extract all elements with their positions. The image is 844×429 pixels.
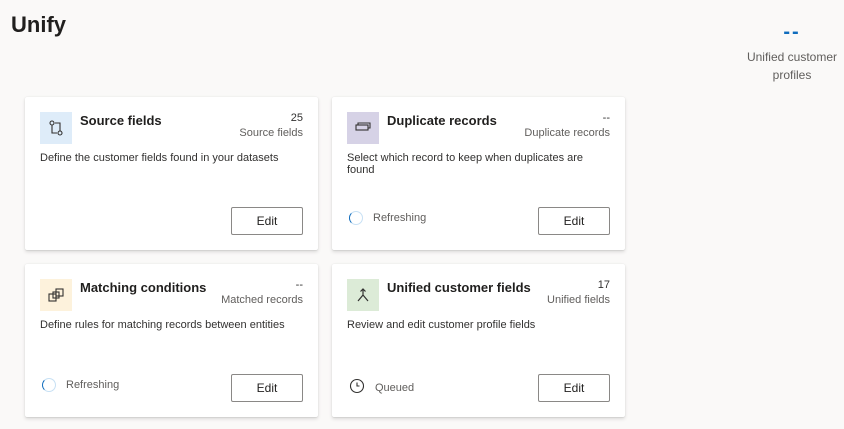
source-fields-card: Source fields 25 Source fields Define th… [25,97,318,250]
card-status: Queued [349,378,414,397]
card-count-value: 25 [290,112,303,124]
card-status: Refreshing [42,378,119,392]
card-status-text: Queued [375,381,415,394]
merge-icon [347,279,379,311]
card-count: 17 Unified fields [547,278,610,308]
unified-customer-fields-card: Unified customer fields 17 Unified field… [332,264,625,417]
card-status-text: Refreshing [66,379,120,391]
edit-matching-conditions-button[interactable]: Edit [231,374,303,402]
card-count-value: 17 [597,279,610,291]
card-count-value: -- [295,279,303,291]
card-description: Define the customer fields found in your… [40,152,279,164]
matching-conditions-icon [40,279,72,311]
spinner-icon [42,378,56,392]
card-description: Select which record to keep when duplica… [347,152,584,176]
card-status-text: Refreshing [373,212,427,224]
page-title: Unify [11,12,66,37]
edit-duplicate-records-button[interactable]: Edit [538,207,610,235]
card-count: -- Matched records [221,278,303,308]
unified-profiles-label: Unified customer profiles [746,50,838,82]
matching-conditions-card: Matching conditions -- Matched records D… [25,264,318,417]
source-fields-icon [40,112,72,144]
unified-profiles-count: -- [783,21,801,43]
spinner-icon [349,211,363,225]
card-count-label: Duplicate records [524,127,610,139]
card-status: Refreshing [349,211,426,225]
card-count: 25 Source fields [239,111,303,141]
edit-unified-customer-fields-button[interactable]: Edit [538,374,610,402]
unified-profiles-summary: -- Unified customer profiles [740,20,844,84]
card-count-value: -- [602,112,610,124]
card-count-label: Source fields [239,127,303,139]
card-description: Define rules for matching records betwee… [40,319,285,331]
clock-icon [349,378,365,397]
card-title: Unified customer fields [387,280,531,295]
card-count-label: Matched records [221,294,303,306]
edit-source-fields-button[interactable]: Edit [231,207,303,235]
card-count: -- Duplicate records [524,111,610,141]
duplicate-records-card: Duplicate records -- Duplicate records S… [332,97,625,250]
card-description: Review and edit customer profile fields [347,319,536,331]
card-title: Matching conditions [80,280,207,295]
duplicate-records-icon [347,112,379,144]
card-count-label: Unified fields [547,294,610,306]
card-title: Source fields [80,113,162,128]
card-title: Duplicate records [387,113,497,128]
